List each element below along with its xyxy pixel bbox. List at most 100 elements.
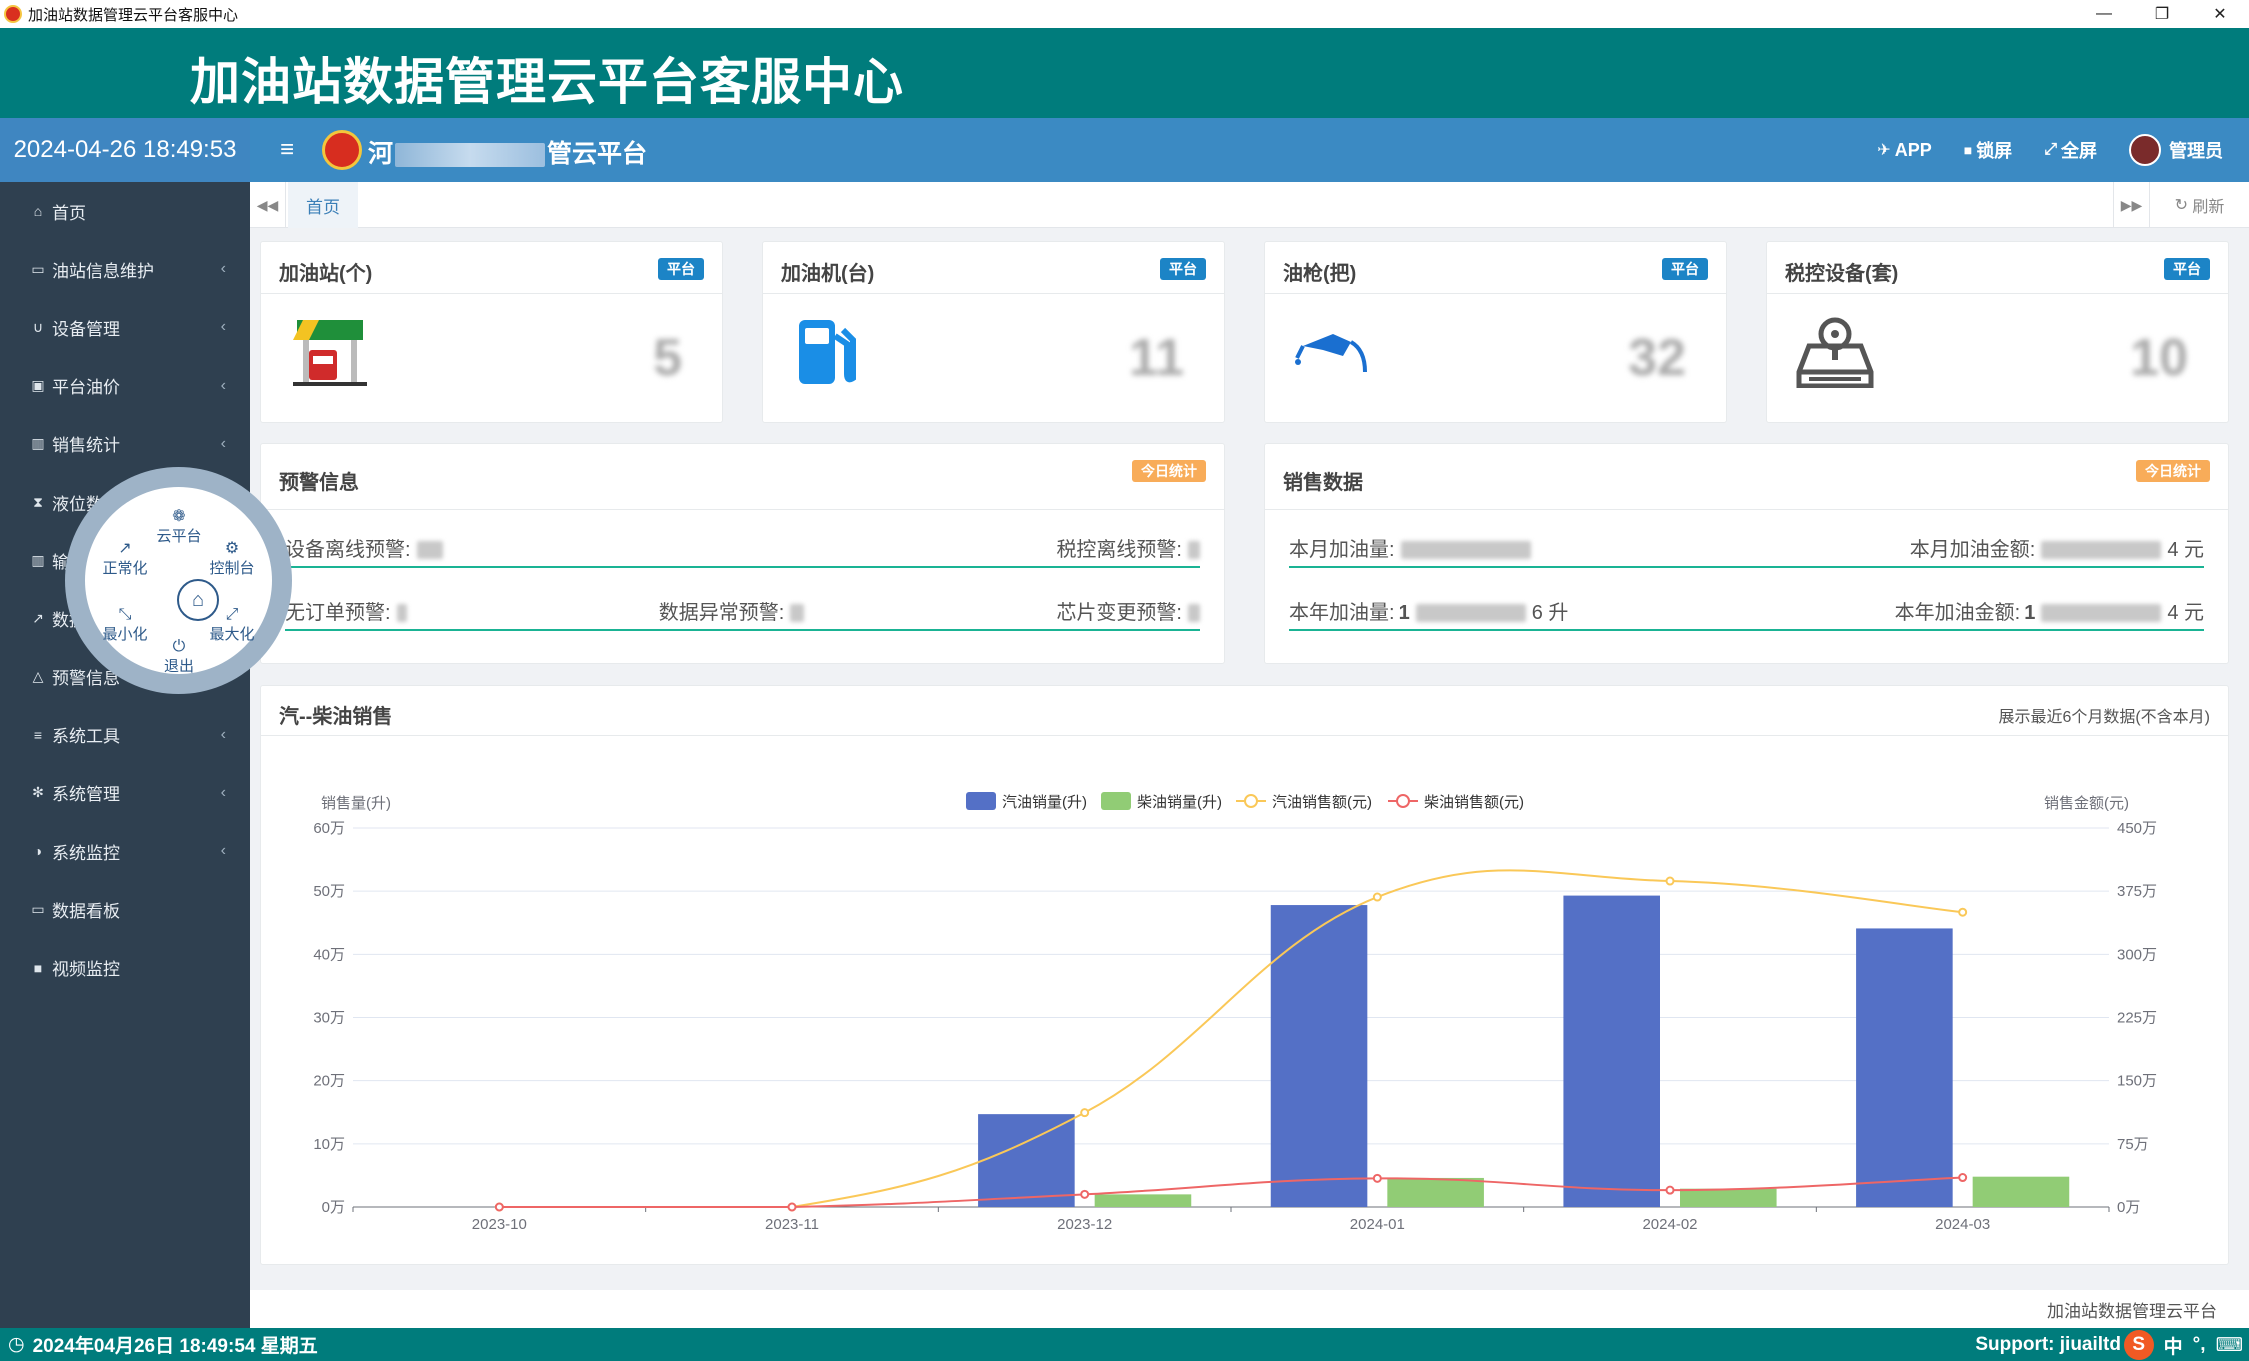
redacted-value	[790, 604, 805, 623]
platform-badge: 平台	[2164, 258, 2210, 280]
radial-option-label: 正常化	[102, 560, 148, 577]
refresh-button[interactable]: ↻ 刷新	[2149, 182, 2249, 228]
minimize-icon: ⤡	[118, 606, 132, 623]
sidebar-item-0[interactable]: ⌂ 首页	[0, 182, 250, 240]
stat-value: 10	[2130, 329, 2188, 387]
platform-name-suffix: 管云平台	[547, 140, 648, 168]
ime-logo-icon[interactable]: S	[2123, 1330, 2154, 1360]
platform-badge: 平台	[1160, 258, 1206, 280]
fuel-pump-icon	[799, 320, 856, 384]
avatar	[2129, 134, 2161, 166]
keyboard-icon[interactable]: ⌨	[2216, 1334, 2243, 1357]
menu-toggle-icon[interactable]: ≡	[280, 136, 294, 164]
x-tick-label: 2024-03	[1935, 1216, 1990, 1233]
legend-label-0: 汽油销量(升)	[1002, 794, 1087, 811]
month-amount: 本月加油金额: 4 元	[1910, 533, 2204, 562]
sidebar-item-11[interactable]: ◑ 系统监控 ‹	[0, 822, 250, 880]
chevron-left-icon: ‹	[220, 842, 226, 860]
chart-panel-note: 展示最近6个月数据(不含本月)	[1998, 709, 2210, 726]
device-offline-warning[interactable]: 设备离线预警:	[285, 533, 443, 562]
sidebar-item-label: 油站信息维护	[52, 261, 154, 281]
month-amount-label: 本月加油金额:	[1909, 538, 2036, 561]
tab-scroll-right-button[interactable]: ▶▶	[2113, 182, 2149, 228]
sales-row-year: 本年加油量: 1 6 升 本年加油金额: 1 4 元	[1289, 591, 2204, 631]
fuel-nozzle-icon	[1295, 334, 1367, 373]
ime-language-toggle[interactable]: 中	[2164, 1332, 2183, 1359]
year-quantity: 本年加油量: 1 6 升	[1289, 596, 1568, 625]
status-bar: ◷ 2024年04月26日 18:49:54 星期五 Support: jiuai…	[0, 1328, 2249, 1361]
expand-icon: ⤢	[2044, 141, 2057, 158]
sidebar-item-13[interactable]: ■ 视频监控	[0, 938, 250, 996]
radial-option-label: 控制台	[209, 560, 255, 577]
refresh-icon: ↻	[2174, 197, 2188, 214]
tax-offline-warning[interactable]: 税控离线预警:	[1056, 533, 1200, 562]
y-tick-left: 30万	[313, 1010, 345, 1027]
stat-card-title: 税控设备(套)	[1785, 263, 1899, 285]
fuel-sales-chart-panel: 汽--柴油销售 展示最近6个月数据(不含本月) 0万 10万 20万 30万 40万 50…	[260, 685, 2229, 1265]
fullscreen-button[interactable]: ⤢ 全屏	[2044, 137, 2097, 163]
console-button[interactable]: ⚙ 控制台	[202, 541, 262, 578]
window-restore-button[interactable]: ❐	[2133, 0, 2191, 28]
y-tick-left: 60万	[313, 820, 345, 837]
restore-button[interactable]: ↗ 正常化	[95, 541, 155, 578]
radial-menu-face: ❁ 云平台 ↗ 正常化 ⚙ 控制台 ⌂ ⤡ 最小化 ⤢ 最大化 ⏻ 退出	[85, 487, 272, 676]
sidebar-item-label: 视频监控	[52, 960, 120, 980]
sidebar-item-label: 设备管理	[52, 319, 120, 339]
desktop-icon: ▭	[31, 900, 45, 917]
stat-value: 32	[1628, 329, 1686, 387]
platform-badge: 平台	[658, 258, 704, 280]
x-tick-label: 2024-02	[1642, 1216, 1697, 1233]
sidebar-item-10[interactable]: ✻ 系统管理 ‹	[0, 764, 250, 822]
window-close-button[interactable]: ✕	[2191, 0, 2249, 28]
sidebar-item-9[interactable]: ≡ 系统工具 ‹	[0, 706, 250, 764]
ime-punctuation-toggle[interactable]: °,	[2193, 1334, 2206, 1356]
user-menu[interactable]: 管理员	[2129, 134, 2223, 166]
sidebar-item-12[interactable]: ▭ 数据看板	[0, 880, 250, 938]
cloud-platform-button[interactable]: ❁ 云平台	[149, 509, 209, 546]
sidebar-item-label: 系统管理	[52, 785, 120, 805]
legend-label-2: 汽油销售额(元)	[1272, 794, 1372, 811]
maximize-button[interactable]: ⤢ 最大化	[202, 607, 262, 644]
redacted-value	[1415, 604, 1526, 623]
line-point-3-1	[787, 1202, 797, 1212]
sidebar-item-label: 平台油价	[52, 378, 120, 398]
data-anomaly-warning[interactable]: 数据异常预警:	[659, 596, 805, 625]
user-name: 管理员	[2169, 141, 2223, 161]
tab-home[interactable]: 首页	[288, 182, 358, 228]
no-order-warning[interactable]: 无订单预警:	[285, 596, 407, 625]
y-tick-right: 0万	[2117, 1199, 2140, 1216]
warning-label: 数据异常预警:	[658, 601, 785, 624]
sidebar: 2024-04-26 18:49:53 ⌂ 首页 ▭ 油站信息维护 ‹ ∪ 设备管理 ‹ ▣ 平台…	[0, 118, 250, 1328]
sidebar-item-3[interactable]: ▣ 平台油价 ‹	[0, 357, 250, 415]
line-chart-icon: ↗	[32, 609, 44, 626]
stat-value: 11	[1129, 329, 1184, 387]
sidebar-item-4[interactable]: ▥ 销售统计 ‹	[0, 415, 250, 473]
sidebar-item-1[interactable]: ▭ 油站信息维护 ‹	[0, 240, 250, 298]
bar-0-5	[1856, 928, 1953, 1207]
tax-device-icon	[1796, 317, 1874, 388]
platform-name: 河 管云平台	[368, 134, 647, 170]
app-button[interactable]: ✈ APP	[1877, 140, 1931, 161]
year-amount: 本年加油金额: 1 4 元	[1895, 596, 2204, 625]
maximize-icon: ⤢	[225, 606, 239, 623]
sidebar-item-2[interactable]: ∪ 设备管理 ‹	[0, 298, 250, 356]
video-camera-icon: ■	[33, 959, 43, 976]
line-point-3-0	[494, 1202, 504, 1212]
y-tick-right: 450万	[2117, 820, 2157, 837]
lock-screen-button[interactable]: ■ 锁屏	[1964, 137, 2012, 163]
y-tick-right: 375万	[2117, 883, 2157, 900]
status-datetime: ◷ 2024年04月26日 18:49:54 星期五	[8, 1331, 318, 1358]
year-amount-label: 本年加油金额:	[1894, 601, 2021, 624]
chip-change-warning[interactable]: 芯片变更预警:	[1056, 596, 1200, 625]
radial-option-label: 退出	[163, 658, 194, 675]
clock-icon: ◷	[8, 1334, 25, 1355]
fullscreen-label: 全屏	[2061, 141, 2097, 161]
power-icon: ⏻	[172, 638, 186, 655]
radial-option-label: 最小化	[102, 626, 148, 643]
tab-scroll-left-button[interactable]: ◀◀	[250, 182, 286, 228]
exit-button[interactable]: ⏻ 退出	[149, 639, 209, 676]
window-minimize-button[interactable]: —	[2075, 0, 2133, 28]
ime-toolbar[interactable]: S 中 °, ⌨	[2123, 1330, 2243, 1360]
minimize-button[interactable]: ⤡ 最小化	[95, 607, 155, 644]
y-tick-left: 40万	[313, 946, 345, 963]
